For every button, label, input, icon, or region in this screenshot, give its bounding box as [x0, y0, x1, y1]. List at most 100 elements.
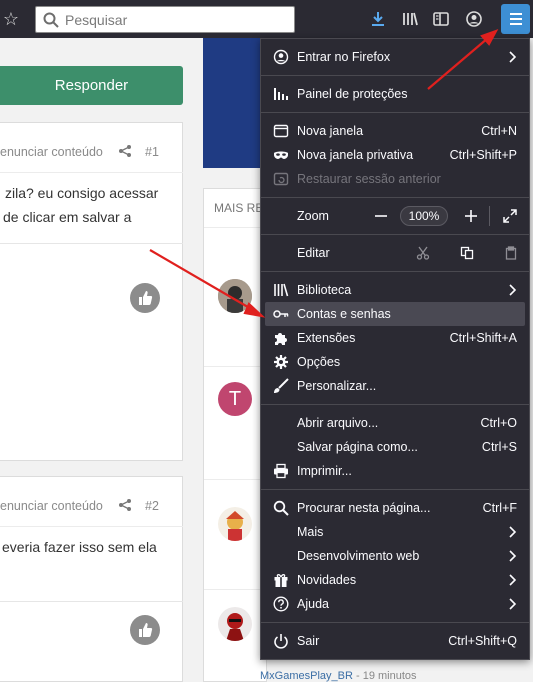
library-icon[interactable]: [399, 8, 421, 30]
menu-item-label: Abrir arquivo...: [297, 416, 379, 430]
post-body: zila? eu consigo acessar de clicar em sa…: [0, 181, 183, 229]
menu-item-print[interactable]: Imprimir...: [265, 459, 525, 483]
menu-separator: [261, 489, 529, 490]
menu-item-label: Ajuda: [297, 597, 329, 611]
copy-icon: [460, 246, 474, 260]
browser-toolbar: ☆: [0, 0, 533, 38]
chevron-right-icon: [509, 598, 517, 610]
avatar[interactable]: [218, 279, 252, 313]
avatar[interactable]: [218, 607, 252, 641]
post-time: - 19 minutos: [352, 670, 417, 682]
like-button[interactable]: [130, 283, 160, 313]
sidebar-icon[interactable]: [430, 8, 452, 30]
search-input[interactable]: [65, 10, 285, 30]
menu-separator: [261, 622, 529, 623]
share-icon[interactable]: [118, 498, 132, 512]
menu-item-protections[interactable]: Painel de proteções: [265, 82, 525, 106]
like-button[interactable]: [130, 615, 160, 645]
new-window-icon: [273, 123, 289, 139]
post-text-line: everia fazer isso sem ela: [2, 539, 157, 555]
menu-item-edit: Editar: [265, 241, 525, 265]
app-menu-button[interactable]: [501, 4, 530, 34]
forum-post: enunciar conteúdo #2 everia fazer isso s…: [0, 476, 183, 682]
menu-item-label: Nova janela: [297, 124, 364, 138]
zoom-reset-button[interactable]: 100%: [400, 206, 448, 226]
help-icon: [273, 596, 289, 612]
power-icon: [273, 633, 289, 649]
copy-button[interactable]: [457, 243, 477, 263]
ad-banner[interactable]: [203, 38, 263, 168]
shortcut: Ctrl+S: [481, 440, 517, 454]
divider: [0, 243, 183, 244]
menu-item-find[interactable]: Procurar nesta página... Ctrl+F: [265, 496, 525, 520]
gift-icon: [273, 572, 289, 588]
divider: [204, 479, 266, 480]
avatar[interactable]: T: [218, 382, 252, 416]
printer-icon: [273, 463, 289, 479]
menu-item-library[interactable]: Biblioteca: [265, 278, 525, 302]
post-header: enunciar conteúdo #2: [0, 477, 183, 527]
menu-separator: [261, 271, 529, 272]
shortcut: Ctrl+N: [481, 124, 517, 138]
menu-item-new-window[interactable]: Nova janela Ctrl+N: [265, 119, 525, 143]
menu-item-open-file[interactable]: Abrir arquivo... Ctrl+O: [265, 411, 525, 435]
restore-session-icon: [273, 171, 289, 187]
fullscreen-button[interactable]: [501, 207, 519, 225]
menu-item-private-window[interactable]: Nova janela privativa Ctrl+Shift+P: [265, 143, 525, 167]
menu-item-label: Novidades: [297, 573, 357, 587]
share-icon[interactable]: [118, 144, 132, 158]
menu-item-label: Mais: [297, 525, 324, 539]
post-text-line: zila? eu consigo acessar: [5, 185, 159, 201]
post-header: enunciar conteúdo #1: [0, 123, 183, 173]
menu-item-addons[interactable]: Extensões Ctrl+Shift+A: [265, 326, 525, 350]
private-mask-icon: [273, 147, 289, 163]
menu-item-web-developer[interactable]: Desenvolvimento web: [265, 544, 525, 568]
menu-item-whats-new[interactable]: Novidades: [265, 568, 525, 592]
zoom-out-button[interactable]: [371, 206, 391, 226]
recent-topics-panel: MAIS RE T: [203, 188, 267, 682]
forum-post: enunciar conteúdo #1 zila? eu consigo ac…: [0, 122, 183, 461]
menu-item-more[interactable]: Mais: [265, 520, 525, 544]
account-icon: [273, 49, 289, 65]
search-bar[interactable]: [35, 6, 295, 33]
zoom-in-button[interactable]: [461, 206, 481, 226]
divider: [204, 366, 266, 367]
reply-button[interactable]: Responder: [0, 66, 183, 105]
library-icon: [273, 282, 289, 298]
paste-button[interactable]: [501, 243, 521, 263]
menu-item-signin[interactable]: Entrar no Firefox: [265, 45, 525, 69]
gear-icon: [273, 354, 289, 370]
menu-item-label: Painel de proteções: [297, 87, 408, 101]
panel-title: MAIS RE: [214, 201, 264, 215]
report-content-link[interactable]: enunciar conteúdo: [0, 145, 103, 159]
downloads-icon[interactable]: [367, 8, 389, 30]
bookmark-star-icon[interactable]: ☆: [0, 6, 22, 32]
forum-thread: Responder enunciar conteúdo #1 zila? eu …: [0, 38, 196, 682]
cut-button[interactable]: [413, 243, 433, 263]
menu-item-quit[interactable]: Sair Ctrl+Shift+Q: [265, 629, 525, 653]
menu-item-label: Nova janela privativa: [297, 148, 414, 162]
chevron-right-icon: [509, 284, 517, 296]
menu-item-help[interactable]: Ajuda: [265, 592, 525, 616]
key-icon: [273, 306, 289, 322]
menu-item-logins[interactable]: Contas e senhas: [265, 302, 525, 326]
menu-item-customize[interactable]: Personalizar...: [265, 374, 525, 398]
author-link[interactable]: MxGamesPlay_BR: [260, 670, 353, 682]
menu-item-label: Imprimir...: [297, 464, 352, 478]
menu-item-restore-session[interactable]: Restaurar sessão anterior: [265, 167, 525, 191]
divider: [204, 227, 266, 228]
shortcut: Ctrl+O: [480, 416, 517, 430]
avatar[interactable]: [218, 507, 252, 541]
menu-item-label: Salvar página como...: [297, 440, 418, 454]
report-content-link[interactable]: enunciar conteúdo: [0, 499, 103, 513]
chevron-right-icon: [509, 51, 517, 63]
post-number[interactable]: #1: [145, 145, 159, 159]
account-icon[interactable]: [463, 8, 485, 30]
search-icon: [273, 500, 289, 516]
menu-item-label: Opções: [297, 355, 341, 369]
menu-item-options[interactable]: Opções: [265, 350, 525, 374]
menu-item-save-page[interactable]: Salvar página como... Ctrl+S: [265, 435, 525, 459]
menu-item-label: Editar: [297, 246, 330, 260]
divider: [204, 589, 266, 590]
post-number[interactable]: #2: [145, 499, 159, 513]
